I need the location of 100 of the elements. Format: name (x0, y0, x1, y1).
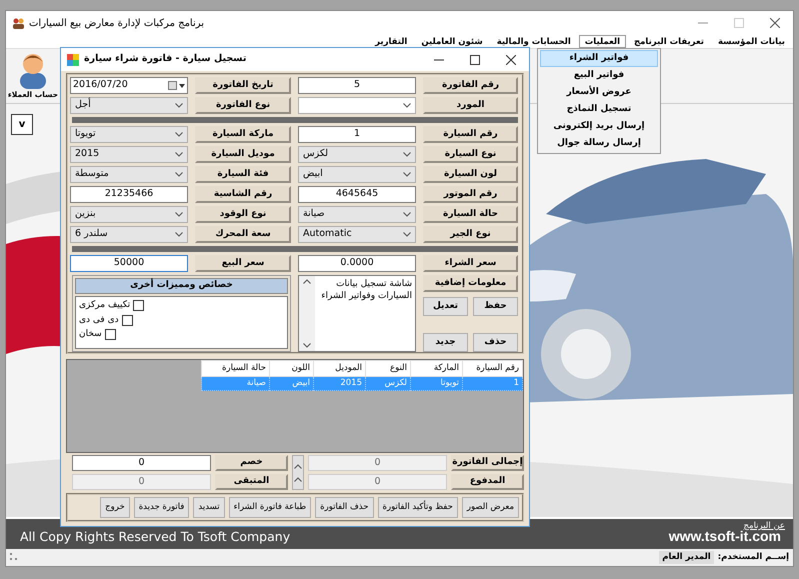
form-button[interactable]: تسديد (193, 497, 225, 518)
maximize-icon (470, 54, 480, 64)
table-cell: 1 (462, 376, 522, 390)
dropdown-field[interactable]: لكزس (298, 146, 416, 163)
user-name: المدير العام (659, 551, 714, 564)
field-label: فئة السيارة (195, 166, 291, 183)
field-label: المورد (423, 97, 518, 114)
about-link[interactable]: عن البرنامج (744, 520, 785, 533)
field-label: نوع السيارة (423, 146, 518, 163)
dropdown-field[interactable]: بنزين (70, 206, 188, 223)
column-header[interactable]: الماركة (410, 360, 462, 376)
column-header[interactable]: رقم السيارة (462, 360, 522, 376)
notes-field[interactable]: شاشة تسجيل بيانات السيارات وفواتير الشراء (298, 275, 416, 352)
maximize-icon (734, 18, 744, 28)
text-field: 0 (72, 474, 211, 490)
text-field[interactable]: 5 (298, 77, 416, 94)
text-field: 0 (308, 474, 447, 490)
person-icon (18, 51, 48, 89)
dropdown-field[interactable]: أجل (70, 97, 188, 114)
form-button[interactable]: معرض الصور (462, 497, 519, 518)
field-label: رقم السيارة (423, 126, 518, 143)
checkbox-label: تكييف مركزى (79, 299, 130, 312)
scrollbar[interactable] (299, 276, 315, 351)
field-label: موديل السيارة (195, 146, 291, 163)
dropdown-field[interactable]: 2015 (70, 146, 188, 163)
scroll-down-icon (303, 343, 311, 348)
text-field[interactable]: 50000 (70, 255, 188, 272)
table-cell: لكزس (366, 376, 410, 390)
checkbox-label: دى فى دى (79, 314, 119, 326)
text-field[interactable]: 0 (72, 455, 211, 471)
chevron-down-icon (175, 172, 183, 177)
dropdown-field[interactable]: سلندر 6 (70, 226, 188, 243)
text-field: 0 (308, 455, 447, 471)
column-header[interactable]: اللون (270, 360, 314, 376)
chevron-down-icon (175, 212, 183, 217)
dropdown-field[interactable] (298, 97, 416, 114)
dropdown-item[interactable]: عروض الأسعار (540, 84, 658, 101)
checkbox-label: سخان (79, 328, 102, 341)
field-label: رقم الشاسية (195, 186, 291, 203)
field-label: سعر الشراء (423, 255, 518, 272)
chevron-down-icon (403, 103, 411, 108)
field-label: نوع الفاتورة (195, 97, 291, 114)
form-button[interactable]: فاتورة جديدة (134, 497, 190, 518)
table-cell: ابيض (270, 376, 314, 390)
action-button[interactable]: جديد (423, 333, 468, 352)
field-label: سعر البيع (195, 255, 291, 272)
menu-item[interactable]: الحسابات والمالية (490, 35, 577, 48)
column-header[interactable]: النوع (366, 360, 410, 376)
menu-item[interactable]: العمليات (578, 35, 626, 48)
dropdown-field[interactable]: Automatic (298, 226, 416, 243)
form-button[interactable]: خروج (100, 497, 130, 518)
dropdown-field[interactable]: صيانة (298, 206, 416, 223)
app-icon (12, 18, 25, 28)
column-header[interactable]: الموديل (314, 360, 366, 376)
field-label: خصم (215, 455, 288, 471)
menu-item[interactable]: التقارير (369, 35, 414, 48)
chevron-down-icon (403, 212, 411, 217)
column-header[interactable]: حالة السيارة (202, 360, 270, 376)
checkbox[interactable] (104, 329, 116, 340)
dropdown-button[interactable]: v (11, 114, 33, 135)
date-field[interactable]: 2016/07/20 (70, 77, 188, 94)
form-button[interactable]: حذف الفاتورة (315, 497, 374, 518)
field-label: نوع الوقود (195, 206, 291, 223)
field-label: المتبقى (215, 474, 288, 490)
field-label: حالة السيارة (423, 206, 518, 223)
calendar-icon (168, 81, 177, 90)
form-button[interactable]: طباعة فاتورة الشراء (228, 497, 312, 518)
copyright-text: All Copy Rights Reserved To Tsoft Company (20, 528, 290, 546)
dropdown-item[interactable]: إرسال رسالة جوال (540, 135, 658, 152)
text-field[interactable]: 1 (298, 126, 416, 143)
dropdown-item[interactable]: فواتير الشراء (540, 50, 658, 67)
dropdown-field[interactable]: متوسطة (70, 166, 188, 183)
dropdown-item[interactable]: إرسال بريد إلكترونى (540, 118, 658, 135)
text-field[interactable]: 21235466 (70, 186, 188, 203)
user-label: إســم المستخدم: (718, 551, 789, 564)
spin-button[interactable] (292, 455, 304, 490)
dropdown-field[interactable]: تويوتا (70, 126, 188, 143)
close-icon (506, 54, 516, 64)
dropdown-item[interactable]: فواتير البيع (540, 67, 658, 84)
menu-item[interactable]: شئون العاملين (415, 35, 489, 48)
text-field[interactable]: 0.0000 (298, 255, 416, 272)
checkbox[interactable] (122, 314, 133, 326)
grip-icon (10, 553, 18, 561)
menu-item[interactable]: بيانات المؤسسة (712, 35, 791, 48)
chevron-down-icon (403, 152, 411, 157)
action-button[interactable]: حذف (473, 333, 518, 352)
field-label: نوع الجير (423, 226, 518, 243)
checkbox[interactable] (133, 300, 144, 312)
action-button[interactable]: تعديل (423, 297, 468, 316)
form-button[interactable]: حفظ وتأكيد الفاتورة (378, 497, 458, 518)
menu-item[interactable]: تعريفات البرنامج (628, 35, 710, 48)
caret-icon (179, 84, 185, 88)
text-field[interactable]: 4645645 (298, 186, 416, 203)
table-cell: تويوتا (410, 376, 462, 390)
action-button[interactable]: حفظ (473, 297, 518, 316)
chevron-down-icon (403, 172, 411, 177)
dropdown-item[interactable]: تسجيل النماذج (540, 101, 658, 118)
field-label: رقم الفاتورة (423, 77, 518, 94)
dropdown-field[interactable]: ابيض (298, 166, 416, 183)
scroll-up-icon (303, 279, 311, 284)
